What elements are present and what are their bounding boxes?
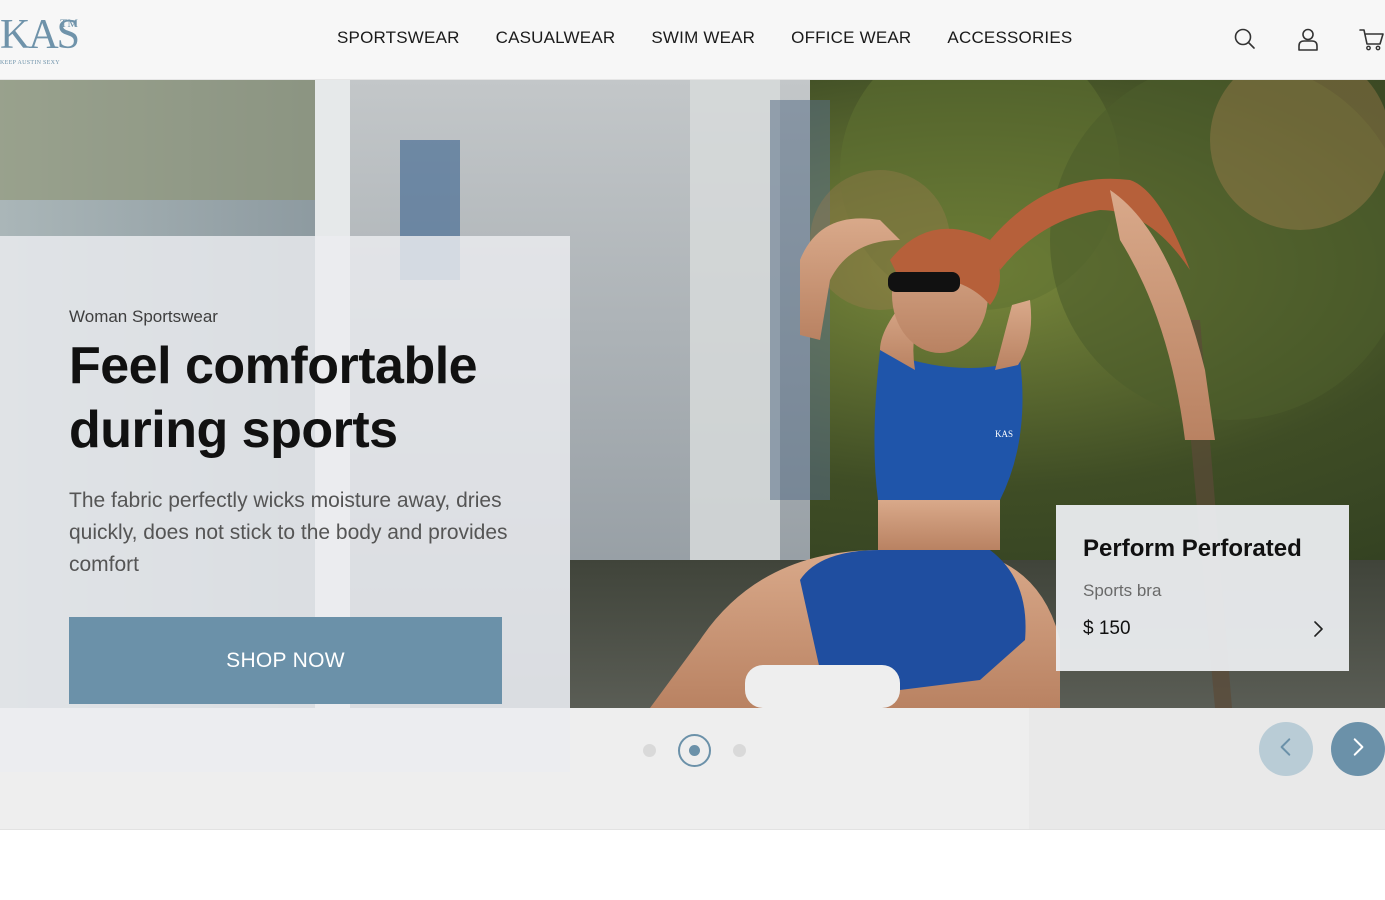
carousel-dot-2-active[interactable] (678, 734, 711, 767)
nav-item-casualwear[interactable]: CASUALWEAR (496, 28, 616, 48)
nav-item-accessories[interactable]: ACCESSORIES (947, 28, 1072, 48)
chevron-left-icon (1275, 736, 1297, 763)
chevron-right-icon (1347, 736, 1369, 763)
carousel-dot-1[interactable] (643, 744, 656, 757)
cart-icon[interactable] (1358, 26, 1384, 52)
promo-title-line-2: during sports (69, 401, 398, 459)
chevron-right-icon[interactable] (1308, 619, 1328, 639)
product-type: Sports bra (1083, 581, 1162, 600)
promo-description: The fabric perfectly wicks moisture away… (69, 489, 508, 576)
section-divider (0, 829, 1385, 830)
carousel-dot-3[interactable] (733, 744, 746, 757)
brand-logo[interactable]: KAS TM KEEP AUSTIN SEXY (0, 10, 80, 70)
nav-item-sportswear[interactable]: SPORTSWEAR (337, 28, 460, 48)
search-icon[interactable] (1232, 26, 1258, 52)
carousel-controls-area (1029, 708, 1385, 830)
product-name: Perform Perforated (1083, 535, 1302, 562)
promo-title: Feel comfortable during sports (69, 334, 549, 462)
promo-title-line-1: Feel comfortable (69, 337, 478, 395)
main-nav: SPORTSWEAR CASUALWEAR SWIM WEAR OFFICE W… (337, 28, 1072, 48)
nav-item-swim-wear[interactable]: SWIM WEAR (651, 28, 755, 48)
user-icon[interactable] (1295, 26, 1321, 52)
model-top-logo: KAS (995, 429, 1013, 439)
carousel-prev-button[interactable] (1259, 722, 1313, 776)
logo-trademark: TM (60, 16, 78, 30)
active-dot-center (689, 745, 700, 756)
product-price: $ 150 (1083, 618, 1131, 639)
featured-product-card[interactable]: Perform Perforated Sports bra $ 150 (1056, 505, 1349, 671)
site-header: KAS TM KEEP AUSTIN SEXY SPORTSWEAR CASUA… (0, 0, 1385, 80)
carousel-next-button[interactable] (1331, 722, 1385, 776)
logo-tagline: KEEP AUSTIN SEXY (0, 60, 60, 66)
nav-item-office-wear[interactable]: OFFICE WEAR (791, 28, 911, 48)
shop-now-button[interactable]: SHOP NOW (69, 617, 502, 704)
promo-eyebrow: Woman Sportswear (69, 307, 218, 326)
